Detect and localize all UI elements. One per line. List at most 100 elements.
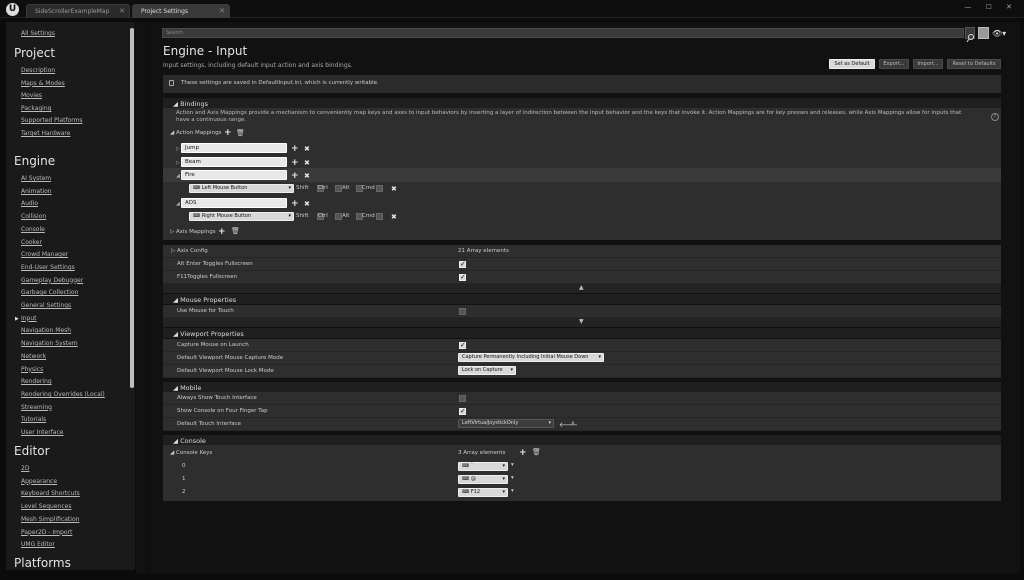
sidebar-item-2d[interactable]: 2D	[21, 465, 29, 472]
use-mouse-touch-checkbox[interactable]	[459, 308, 466, 315]
section-viewport[interactable]: ◢ Viewport Properties	[163, 328, 1001, 338]
sidebar-item-movies[interactable]: Movies	[21, 92, 42, 99]
show-console-checkbox[interactable]	[459, 407, 466, 415]
remove-key-button[interactable]: ✖	[391, 185, 397, 193]
collapse-arrow-icon[interactable]: ◢	[176, 201, 180, 207]
console-key-selector[interactable]: ⌨ F12 ▾	[458, 488, 508, 497]
export-button[interactable]: Export...	[879, 59, 909, 69]
alt-enter-checkbox[interactable]	[459, 260, 466, 268]
remove-action-button[interactable]: ✖	[304, 159, 310, 167]
sidebar-item-streaming[interactable]: Streaming	[21, 404, 52, 411]
axis-mappings-row[interactable]: ▷ Axis Mappings	[170, 229, 216, 235]
action-mappings-row[interactable]: ◢ Action Mappings	[170, 130, 221, 136]
expand-arrow-icon[interactable]: ▷	[176, 160, 180, 166]
section-mobile[interactable]: ◢ Mobile	[163, 382, 1001, 392]
remove-action-button[interactable]: ✖	[304, 172, 310, 180]
sidebar-item-animation[interactable]: Animation	[21, 188, 52, 195]
console-key-selector[interactable]: ⌨ @ ▾	[458, 475, 508, 484]
action-name-field[interactable]: ADS	[181, 198, 287, 208]
sidebar-item-audio[interactable]: Audio	[21, 200, 38, 207]
action-name-field[interactable]: Beam	[181, 157, 287, 167]
capture-mode-dropdown[interactable]: Capture Permanently Including Initial Mo…	[458, 353, 604, 362]
browse-search-icon[interactable]: ⌕	[571, 419, 575, 428]
section-bindings[interactable]: ◢ Bindings	[163, 98, 1001, 108]
sidebar-item-cooker[interactable]: Cooker	[21, 239, 42, 246]
sidebar-item-general-settings[interactable]: General Settings	[21, 302, 71, 309]
sidebar-item-appearance[interactable]: Appearance	[21, 478, 57, 485]
all-settings-link[interactable]: All Settings	[21, 30, 55, 37]
array-element-menu-icon[interactable]: ▾	[511, 488, 514, 494]
row-label[interactable]: ▷ Axis Config	[171, 248, 208, 254]
sidebar-item-garbage-collection[interactable]: Garbage Collection	[21, 289, 78, 296]
splitter[interactable]	[136, 22, 148, 574]
action-name-field[interactable]: Jump	[181, 143, 287, 153]
sidebar-item-gameplay-debugger[interactable]: Gameplay Debugger	[21, 277, 83, 284]
remove-action-button[interactable]: ✖	[304, 200, 310, 208]
always-touch-checkbox[interactable]	[459, 395, 466, 402]
sidebar-item-rendering[interactable]: Rendering	[21, 378, 52, 385]
sidebar-item-collision[interactable]: Collision	[21, 213, 46, 220]
set-as-default-button[interactable]: Set as Default	[829, 59, 875, 69]
sidebar-item-target-hardware[interactable]: Target Hardware	[21, 130, 70, 137]
sidebar-item-input[interactable]: Input	[21, 315, 37, 322]
search-icon[interactable]	[965, 27, 975, 43]
sidebar-item-ai-system[interactable]: AI System	[21, 175, 51, 182]
modifier-checkbox-cmd[interactable]	[375, 185, 383, 192]
sidebar-item-description[interactable]: Description	[21, 67, 55, 74]
console-keys-row[interactable]: ◢ Console Keys	[170, 450, 212, 456]
array-element-menu-icon[interactable]: ▾	[511, 462, 514, 468]
search-input[interactable]: Search	[162, 28, 964, 38]
help-icon[interactable]: ?	[991, 113, 999, 121]
sidebar-item-end-user-settings[interactable]: End-User Settings	[21, 264, 75, 271]
advanced-expander[interactable]: ▼	[163, 318, 1001, 327]
collapse-arrow-icon[interactable]: ◢	[176, 173, 180, 179]
add-action-mapping-button[interactable]: +	[224, 129, 232, 138]
sidebar-item-maps-modes[interactable]: Maps & Modes	[21, 80, 65, 87]
array-element-menu-icon[interactable]: ▾	[511, 475, 514, 481]
sidebar-item-mesh-simplification[interactable]: Mesh Simplification	[21, 516, 79, 523]
tab-level-map[interactable]: SideScrollerExampleMap ✕	[26, 4, 130, 18]
window-controls[interactable]: — ☐ ✕	[964, 3, 1018, 11]
lock-mode-dropdown[interactable]: Lock on Capture ▾	[458, 366, 516, 375]
sidebar-item-console[interactable]: Console	[21, 226, 45, 233]
section-console[interactable]: ◢ Console	[163, 435, 1001, 445]
section-mouse[interactable]: ◢ Mouse Properties	[163, 294, 1001, 304]
add-console-key-button[interactable]: +	[519, 449, 527, 458]
eye-icon[interactable]: 👁▾	[992, 29, 1006, 38]
add-key-button[interactable]: +	[291, 200, 299, 209]
reset-to-defaults-button[interactable]: Reset to Defaults	[947, 59, 1001, 69]
sidebar-item-rendering-overrides-local[interactable]: Rendering Overrides (Local)	[21, 391, 105, 398]
sidebar-item-crowd-manager[interactable]: Crowd Manager	[21, 251, 68, 258]
close-icon[interactable]: ✕	[219, 7, 225, 15]
f11-checkbox[interactable]	[459, 273, 466, 281]
key-selector[interactable]: ⌨ Left Mouse Button ▾	[189, 184, 294, 193]
sidebar-scrollbar[interactable]	[130, 28, 134, 388]
trash-icon[interactable]: 🗑	[532, 448, 541, 456]
console-key-selector[interactable]: ⌨ ` ▾	[458, 462, 508, 471]
advanced-expander[interactable]: ▲	[163, 284, 1001, 293]
sidebar-item-navigation-system[interactable]: Navigation System	[21, 340, 78, 347]
grid-view-icon[interactable]	[978, 27, 989, 39]
sidebar-item-user-interface[interactable]: User Interface	[21, 429, 63, 436]
key-selector[interactable]: ⌨ Right Mouse Button ▾	[189, 212, 294, 221]
sidebar-item-physics[interactable]: Physics	[21, 366, 43, 373]
import-button[interactable]: Import...	[913, 59, 943, 69]
tab-project-settings[interactable]: Project Settings ✕	[132, 4, 230, 18]
sidebar-item-packaging[interactable]: Packaging	[21, 105, 51, 112]
modifier-checkbox-cmd[interactable]	[375, 213, 383, 220]
sidebar-item-keyboard-shortcuts[interactable]: Keyboard Shortcuts	[21, 490, 80, 497]
sidebar-item-umg-editor[interactable]: UMG Editor	[21, 541, 55, 548]
sidebar-item-paper2d-import[interactable]: Paper2D - Import	[21, 529, 72, 536]
default-touch-picker[interactable]: LeftVirtualJoystickOnly ▾	[458, 419, 554, 428]
remove-key-button[interactable]: ✖	[391, 213, 397, 221]
add-key-button[interactable]: +	[291, 172, 299, 181]
capture-launch-checkbox[interactable]	[459, 341, 466, 349]
close-icon[interactable]: ✕	[119, 7, 125, 15]
trash-icon[interactable]: 🗑	[236, 129, 245, 137]
trash-icon[interactable]: 🗑	[231, 227, 240, 235]
sidebar-item-tutorials[interactable]: Tutorials	[21, 416, 46, 423]
action-name-field[interactable]: Fire	[181, 170, 287, 180]
remove-action-button[interactable]: ✖	[304, 145, 310, 153]
sidebar-item-network[interactable]: Network	[21, 353, 46, 360]
add-key-button[interactable]: +	[291, 159, 299, 168]
